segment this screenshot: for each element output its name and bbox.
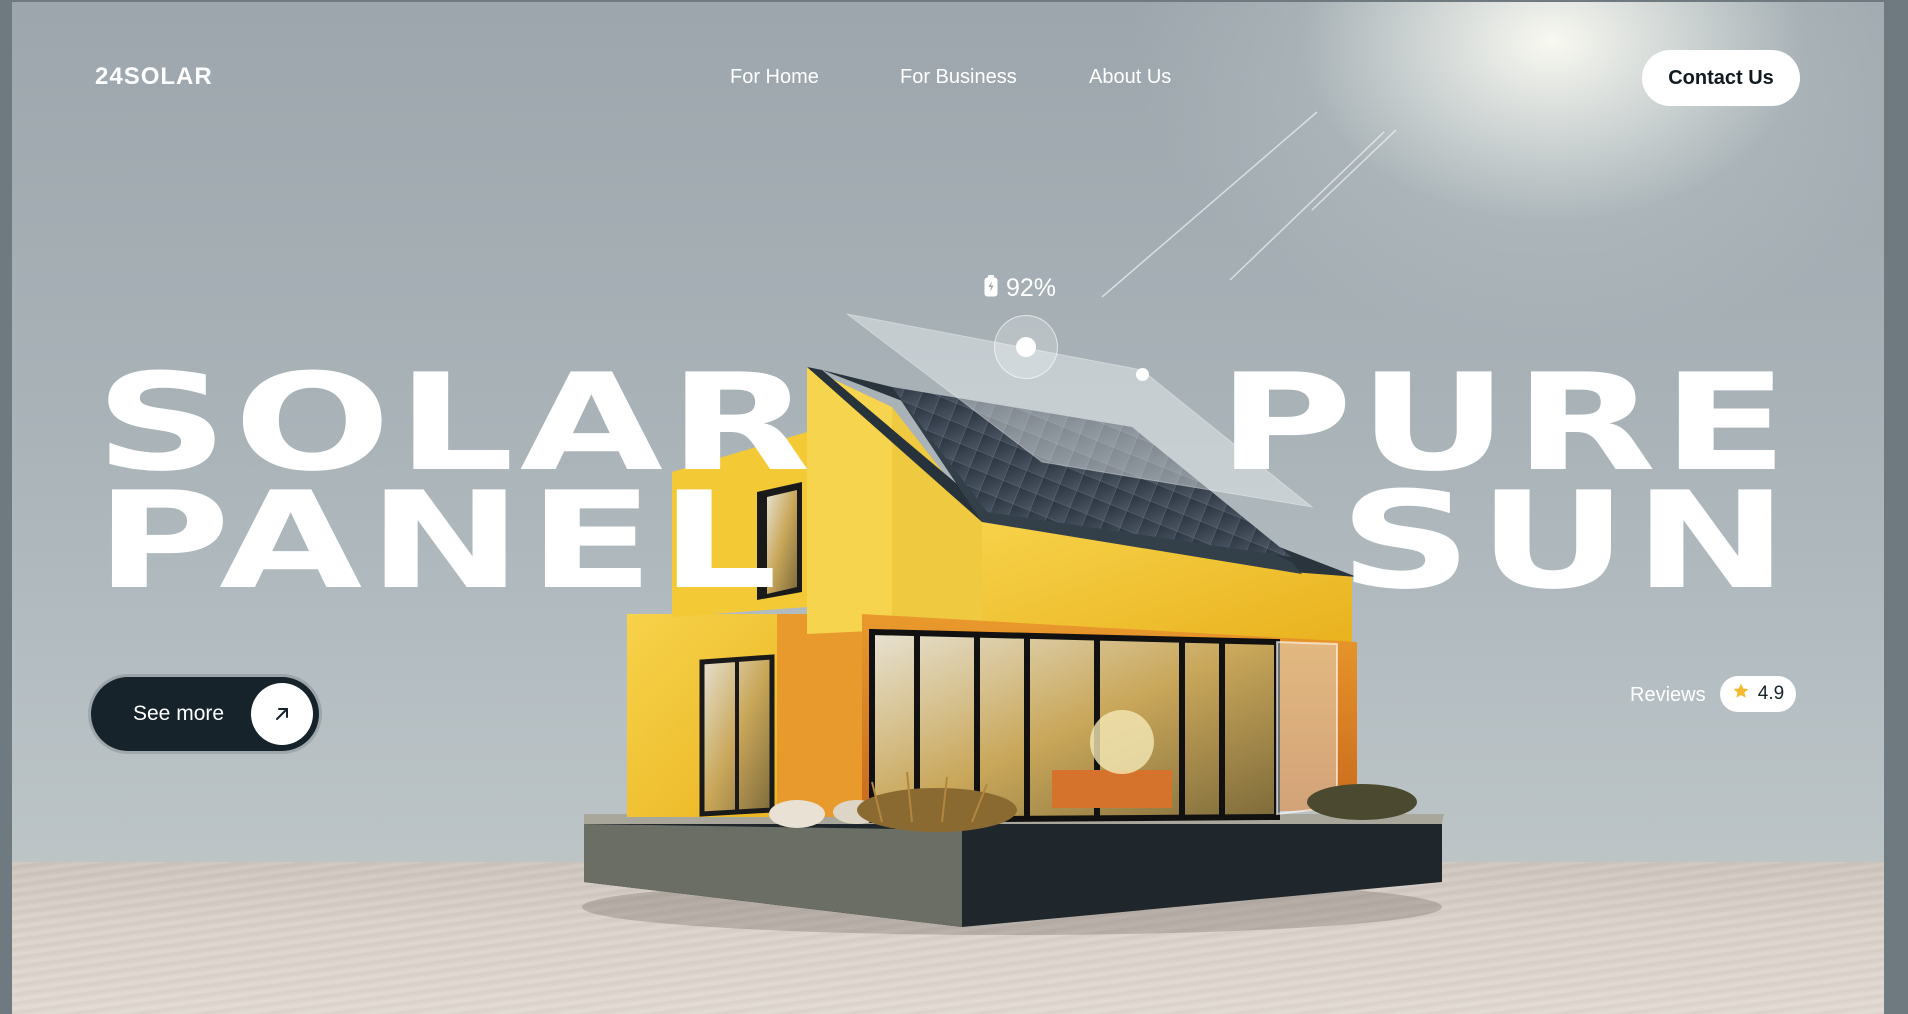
reviews-label[interactable]: Reviews bbox=[1630, 684, 1706, 707]
see-more-button[interactable]: See more bbox=[91, 677, 319, 751]
brand-logo[interactable]: 24SOLAR bbox=[95, 63, 213, 91]
star-icon bbox=[1732, 682, 1750, 706]
nav-link-for-business[interactable]: For Business bbox=[900, 66, 1017, 89]
rating-badge[interactable]: 4.9 bbox=[1720, 676, 1796, 712]
see-more-label: See more bbox=[133, 702, 225, 725]
battery-icon bbox=[984, 275, 998, 302]
contact-us-button[interactable]: Contact Us bbox=[1642, 50, 1800, 106]
battery-percentage: 92% bbox=[1006, 274, 1057, 302]
arrow-up-right-icon bbox=[251, 683, 313, 745]
nav-link-about-us[interactable]: About Us bbox=[1089, 66, 1171, 89]
rating-value: 4.9 bbox=[1757, 683, 1785, 704]
headline-panel: PANEL bbox=[95, 463, 784, 619]
energy-node bbox=[994, 315, 1058, 379]
energy-node-small bbox=[1136, 368, 1149, 381]
battery-indicator: 92% bbox=[984, 274, 1056, 303]
headline-left: SOLAR PANEL bbox=[95, 356, 816, 619]
headline-right: PURE SUN bbox=[1218, 356, 1794, 608]
hero-page: 24SOLAR For Home For Business About Us C… bbox=[12, 2, 1884, 1014]
nav-link-for-home[interactable]: For Home bbox=[730, 66, 819, 89]
